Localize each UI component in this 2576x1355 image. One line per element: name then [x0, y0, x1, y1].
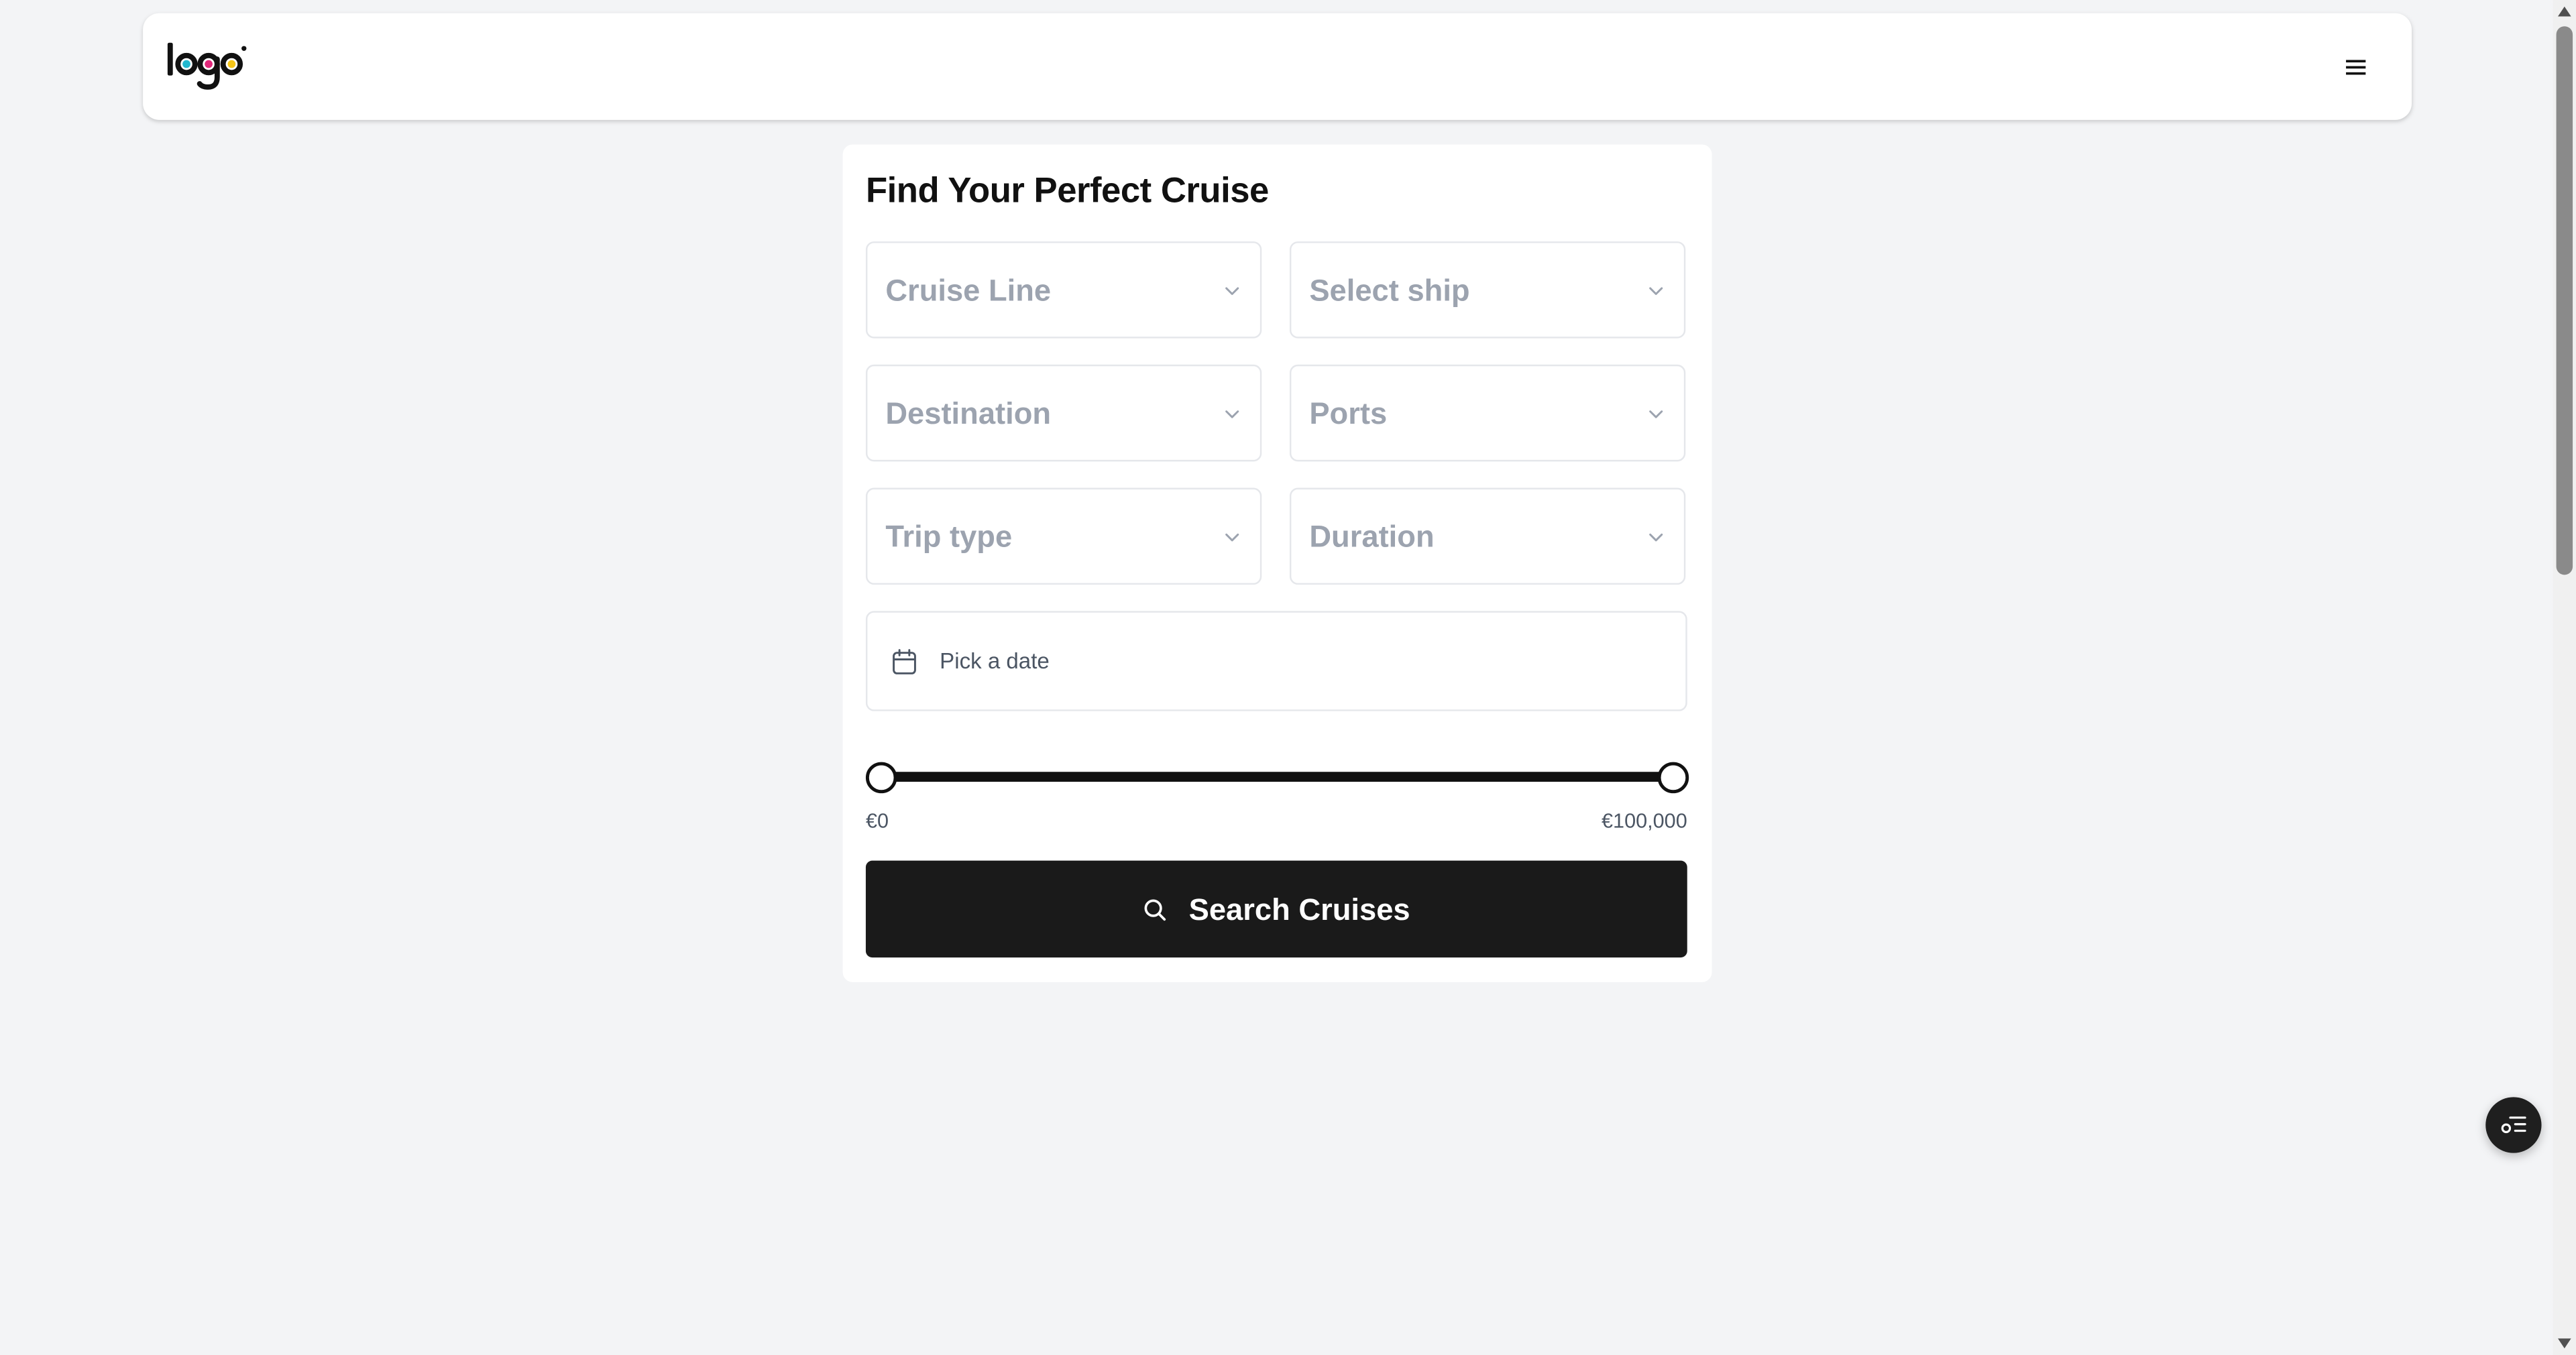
chevron-down-icon — [1649, 533, 1663, 542]
ports-placeholder: Ports — [1309, 396, 1388, 430]
price-min-label: €0 — [865, 809, 889, 833]
duration-placeholder: Duration — [1309, 519, 1435, 554]
hamburger-menu-icon — [2346, 60, 2366, 75]
destination-select[interactable]: Destination — [865, 364, 1262, 462]
scroll-down-arrow-icon[interactable] — [2558, 1338, 2571, 1349]
floating-filter-button[interactable] — [2485, 1097, 2542, 1153]
price-min-handle[interactable] — [864, 762, 897, 794]
price-max-handle[interactable] — [1657, 762, 1688, 794]
cruise-line-placeholder: Cruise Line — [885, 272, 1052, 308]
list-settings-icon — [2501, 1116, 2526, 1134]
trip-type-placeholder: Trip type — [885, 519, 1013, 554]
chevron-down-icon — [1225, 287, 1239, 295]
chevron-down-icon — [1649, 287, 1663, 295]
scrollbar-thumb[interactable] — [2556, 26, 2573, 575]
scroll-up-arrow-icon[interactable] — [2558, 6, 2571, 17]
date-picker-field[interactable]: Pick a date — [865, 611, 1687, 711]
page: Find Your Perfect Cruise Cruise Line Sel… — [0, 0, 2576, 1355]
search-icon — [1143, 898, 1166, 920]
duration-select[interactable]: Duration — [1289, 487, 1686, 585]
destination-placeholder: Destination — [885, 396, 1052, 430]
search-cruises-button[interactable]: Search Cruises — [865, 860, 1687, 958]
price-max-label: €100,000 — [1602, 809, 1687, 833]
chevron-down-icon — [1649, 410, 1663, 418]
logo[interactable] — [166, 36, 271, 95]
ship-select[interactable]: Select ship — [1289, 241, 1686, 339]
price-range-slider[interactable] — [864, 757, 1688, 797]
vertical-scrollbar[interactable] — [2553, 0, 2576, 1355]
date-placeholder: Pick a date — [940, 648, 1050, 674]
page-title: Find Your Perfect Cruise — [865, 170, 1269, 211]
chevron-down-icon — [1225, 410, 1239, 418]
calendar-icon — [893, 649, 916, 674]
slider-selected-range — [880, 772, 1673, 782]
hamburger-menu-button[interactable] — [2336, 49, 2375, 85]
chevron-down-icon — [1225, 533, 1239, 542]
ship-placeholder: Select ship — [1309, 272, 1470, 308]
trip-type-select[interactable]: Trip type — [865, 487, 1262, 585]
cruise-search-card: Find Your Perfect Cruise Cruise Line Sel… — [842, 144, 1712, 982]
cruise-line-select[interactable]: Cruise Line — [865, 241, 1262, 339]
search-button-label: Search Cruises — [1188, 890, 1410, 926]
ports-select[interactable]: Ports — [1289, 364, 1686, 462]
site-header — [143, 13, 2412, 120]
